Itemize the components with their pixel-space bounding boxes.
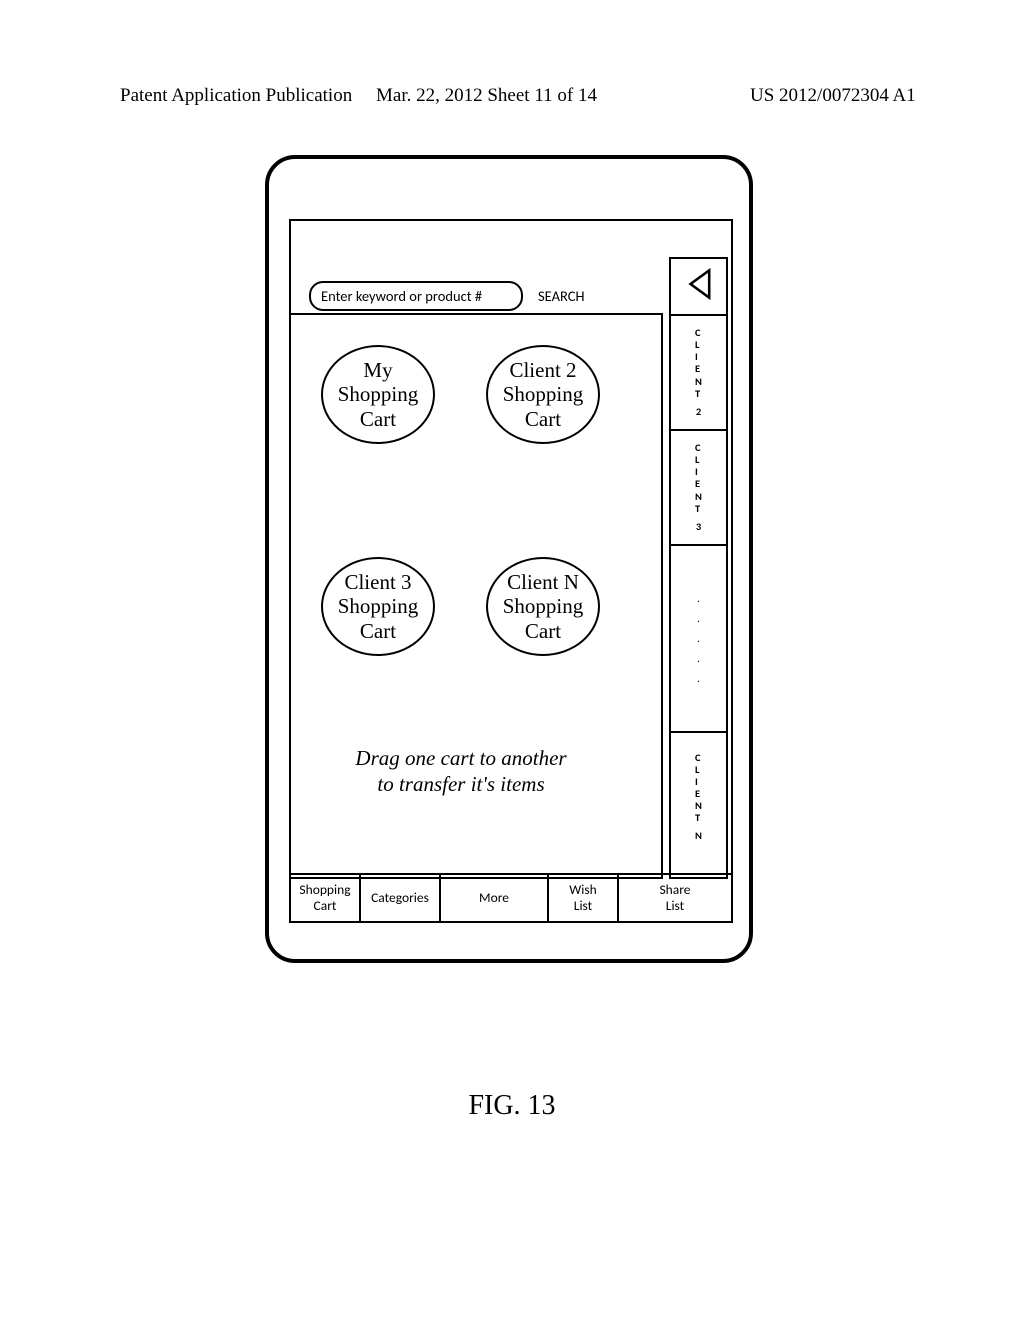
carts-panel: My Shopping Cart Client 2 Shopping Cart … xyxy=(291,313,663,879)
tab-shopping-cart[interactable]: Shopping Cart xyxy=(291,875,361,921)
client-n-shopping-cart[interactable]: Client N Shopping Cart xyxy=(486,557,600,656)
cart-label: Client N xyxy=(507,570,579,594)
cart-label: Shopping xyxy=(338,382,419,406)
cart-label: Cart xyxy=(525,407,561,431)
header-left: Patent Application Publication xyxy=(120,85,352,107)
tab-categories[interactable]: Categories xyxy=(361,875,441,921)
instruction-line: to transfer it's items xyxy=(301,771,621,797)
device-frame: Enter keyword or product # SEARCH My Sho… xyxy=(265,155,753,963)
cart-label: Shopping xyxy=(503,382,584,406)
client-number: N xyxy=(695,830,702,842)
cart-label: Cart xyxy=(525,619,561,643)
client-3-shopping-cart[interactable]: Client 3 Shopping Cart xyxy=(321,557,435,656)
tab-label: Cart xyxy=(299,898,350,914)
vertical-label: CLIENT xyxy=(695,327,702,399)
tab-label: List xyxy=(569,898,596,914)
cart-label: Client 2 xyxy=(509,358,576,382)
search-row: Enter keyword or product # SEARCH xyxy=(309,281,713,311)
search-input[interactable]: Enter keyword or product # xyxy=(309,281,523,311)
cart-label: Cart xyxy=(360,407,396,431)
client-number: 3 xyxy=(696,521,701,533)
tab-label: Share xyxy=(659,882,690,898)
instruction-line: Drag one cart to another xyxy=(301,745,621,771)
client-2-shopping-cart[interactable]: Client 2 Shopping Cart xyxy=(486,345,600,444)
client-sidebar: CLIENT 2 CLIENT 3 ..... CLIENT N xyxy=(669,257,728,879)
tab-label: List xyxy=(659,898,690,914)
chevron-left-icon xyxy=(682,267,716,306)
sidebar-client-2[interactable]: CLIENT 2 xyxy=(671,316,726,431)
client-number: 2 xyxy=(696,406,701,418)
tab-label: Wish xyxy=(569,882,596,898)
header-right: US 2012/0072304 A1 xyxy=(750,85,916,107)
cart-label: My xyxy=(363,358,392,382)
my-shopping-cart[interactable]: My Shopping Cart xyxy=(321,345,435,444)
cart-label: Cart xyxy=(360,619,396,643)
tab-share-list[interactable]: Share List xyxy=(619,875,731,921)
figure-label: FIG. 13 xyxy=(0,1090,1024,1122)
sidebar-client-n[interactable]: CLIENT N xyxy=(671,733,726,861)
bottom-nav: Shopping Cart Categories More Wish List … xyxy=(291,873,731,921)
header-center: Mar. 22, 2012 Sheet 11 of 14 xyxy=(376,85,597,107)
cart-label: Shopping xyxy=(503,594,584,618)
tab-label: Categories xyxy=(371,890,429,906)
back-button[interactable] xyxy=(671,259,726,316)
tab-wish-list[interactable]: Wish List xyxy=(549,875,619,921)
cart-label: Shopping xyxy=(338,594,419,618)
tab-label: Shopping xyxy=(299,882,350,898)
search-button[interactable]: SEARCH xyxy=(538,287,585,305)
vertical-label: CLIENT xyxy=(695,752,702,824)
sidebar-ellipsis: ..... xyxy=(671,546,726,733)
sidebar-client-3[interactable]: CLIENT 3 xyxy=(671,431,726,546)
screen: Enter keyword or product # SEARCH My Sho… xyxy=(289,219,733,923)
tab-label: More xyxy=(479,890,509,906)
vertical-label: CLIENT xyxy=(695,442,702,514)
drag-instruction: Drag one cart to another to transfer it'… xyxy=(301,745,621,798)
cart-label: Client 3 xyxy=(344,570,411,594)
tab-more[interactable]: More xyxy=(441,875,549,921)
